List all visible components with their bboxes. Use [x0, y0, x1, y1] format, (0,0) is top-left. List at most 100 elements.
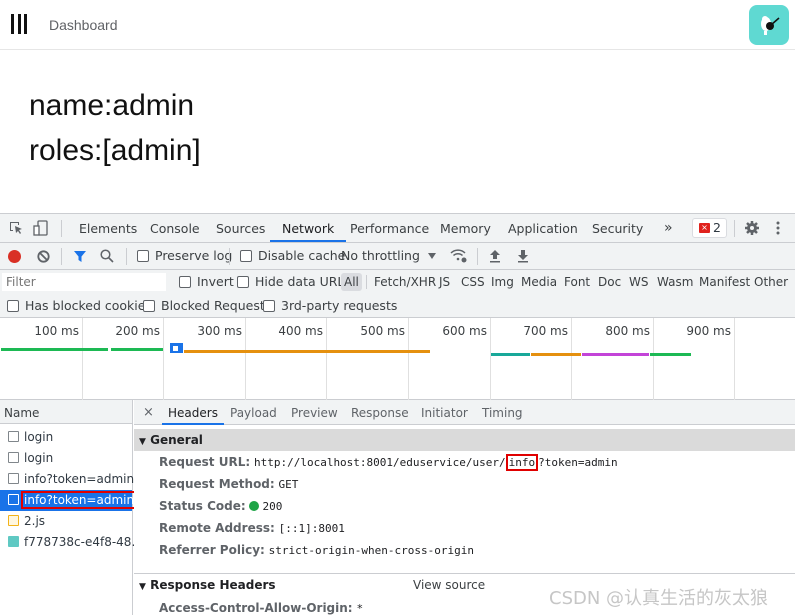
type-filter-fetch-xhr[interactable]: Fetch/XHR: [371, 273, 439, 291]
more-options-icon[interactable]: [775, 220, 781, 239]
header-row-remote-address: Remote Address: [::1]:8001: [159, 521, 345, 535]
user-info: name:admin roles:[admin]: [29, 83, 201, 173]
header-row-request-url: Request URL: http://localhost:8001/eduse…: [159, 454, 618, 471]
type-filter-css[interactable]: CSS: [458, 273, 488, 291]
type-filter-ws[interactable]: WS: [626, 273, 651, 291]
image-icon: [8, 536, 19, 547]
invert-checkbox[interactable]: [179, 276, 191, 288]
more-tabs-icon[interactable]: »: [664, 214, 673, 242]
clear-icon[interactable]: [37, 250, 50, 266]
request-detail: × Headers Payload Preview Response Initi…: [134, 400, 795, 615]
user-name-line: name:admin: [29, 89, 195, 122]
separator: [366, 275, 367, 289]
disable-cache-checkbox[interactable]: [240, 250, 252, 262]
export-har-icon[interactable]: [517, 249, 529, 266]
blocked-requests-label: Blocked Requests: [161, 298, 272, 313]
type-filter-img[interactable]: Img: [488, 273, 517, 291]
timeline-bar-purple: [582, 353, 649, 356]
inspect-element-icon[interactable]: [8, 220, 24, 239]
type-filter-media[interactable]: Media: [518, 273, 560, 291]
preserve-log-checkbox[interactable]: [137, 250, 149, 262]
search-icon[interactable]: [100, 249, 114, 266]
disable-cache-label: Disable cache: [258, 248, 346, 263]
tab-timing[interactable]: Timing: [482, 400, 523, 425]
tab-initiator[interactable]: Initiator: [421, 400, 468, 425]
timeline-gridline: [82, 318, 83, 400]
request-row[interactable]: login: [0, 427, 132, 448]
timeline-tick-label: 500 ms: [360, 324, 405, 338]
xhr-icon: [8, 452, 19, 463]
has-blocked-cookies-checkbox[interactable]: [7, 300, 19, 312]
type-filter-all[interactable]: All: [341, 273, 362, 291]
type-filter-font[interactable]: Font: [561, 273, 593, 291]
third-party-requests-checkbox[interactable]: [263, 300, 275, 312]
timeline-tick-label: 400 ms: [278, 324, 323, 338]
tab-security[interactable]: Security: [592, 214, 643, 242]
type-filter-doc[interactable]: Doc: [595, 273, 624, 291]
network-timeline-overview[interactable]: 100 ms 200 ms 300 ms 400 ms 500 ms 600 ms 700 …: [0, 318, 795, 400]
type-filter-other[interactable]: Other: [751, 273, 791, 291]
request-row-selected[interactable]: info?token=admin: [0, 490, 138, 511]
timeline-tick-label: 900 ms: [686, 324, 731, 338]
throttling-select[interactable]: No throttling: [341, 248, 420, 263]
app-header: Dashboard: [0, 0, 795, 50]
separator: [229, 248, 230, 265]
header-row-access-control-allow-origin: Access-Control-Allow-Origin: *: [159, 601, 364, 615]
throttling-dropdown-icon[interactable]: [428, 253, 436, 259]
timeline-tick-label: 600 ms: [442, 324, 487, 338]
type-filter-manifest[interactable]: Manifest: [696, 273, 753, 291]
filter-icon[interactable]: [73, 250, 87, 266]
network-toolbar: Preserve log Disable cache No throttling: [0, 243, 795, 270]
tab-application[interactable]: Application: [508, 214, 578, 242]
tab-sources[interactable]: Sources: [216, 214, 265, 242]
device-toolbar-icon[interactable]: [33, 220, 49, 239]
settings-gear-icon[interactable]: [744, 220, 760, 239]
header-row-request-method: Request Method: GET: [159, 477, 299, 491]
avatar[interactable]: [749, 5, 789, 45]
filter-input[interactable]: [2, 273, 166, 291]
record-button[interactable]: [8, 250, 21, 263]
error-badge[interactable]: × 2: [692, 218, 727, 238]
close-detail-icon[interactable]: ×: [143, 400, 154, 425]
request-row[interactable]: 2.js: [0, 511, 132, 532]
tab-payload[interactable]: Payload: [230, 400, 277, 425]
hide-data-urls-checkbox[interactable]: [237, 276, 249, 288]
type-filter-js[interactable]: JS: [436, 273, 453, 291]
tab-console[interactable]: Console: [150, 214, 200, 242]
separator: [734, 220, 735, 237]
general-section-header[interactable]: ▼ General: [134, 429, 795, 451]
request-row[interactable]: login: [0, 448, 132, 469]
script-icon: [8, 515, 19, 526]
name-column-header[interactable]: Name: [0, 400, 132, 424]
import-har-icon[interactable]: [489, 249, 501, 266]
timeline-tick-label: 800 ms: [605, 324, 650, 338]
filter-bar: Invert Hide data URLs All Fetch/XHR JS C…: [0, 270, 795, 318]
timeline-bar-login-2: [111, 348, 163, 351]
timeline-bar-info-1: [184, 350, 430, 353]
tab-response[interactable]: Response: [351, 400, 409, 425]
separator: [61, 248, 62, 265]
tab-elements[interactable]: Elements: [79, 214, 137, 242]
tab-memory[interactable]: Memory: [440, 214, 491, 242]
tab-headers[interactable]: Headers: [162, 400, 224, 425]
header-row-referrer-policy: Referrer Policy: strict-origin-when-cros…: [159, 543, 474, 557]
timeline-gridline: [408, 318, 409, 400]
expand-triangle-icon: ▼: [139, 437, 146, 447]
timeline-tick-label: 100 ms: [34, 324, 79, 338]
blocked-requests-checkbox[interactable]: [143, 300, 155, 312]
tab-performance[interactable]: Performance: [350, 214, 429, 242]
timeline-gridline: [163, 318, 164, 400]
type-filter-wasm[interactable]: Wasm: [654, 273, 696, 291]
tab-network[interactable]: Network: [270, 214, 347, 242]
timeline-bar-orange: [531, 353, 581, 356]
network-conditions-icon[interactable]: [450, 248, 468, 266]
view-source-link[interactable]: View source: [413, 574, 485, 596]
detail-tabbar: × Headers Payload Preview Response Initi…: [134, 400, 795, 425]
tab-preview[interactable]: Preview: [291, 400, 338, 425]
request-row[interactable]: info?token=admin: [0, 469, 134, 490]
hamburger-menu-icon[interactable]: [11, 14, 27, 34]
breadcrumb-dashboard[interactable]: Dashboard: [49, 17, 118, 33]
avatar-mascot-icon: [761, 16, 780, 35]
timeline-gridline: [245, 318, 246, 400]
request-row[interactable]: f778738c-e4f8-48...: [0, 532, 143, 553]
